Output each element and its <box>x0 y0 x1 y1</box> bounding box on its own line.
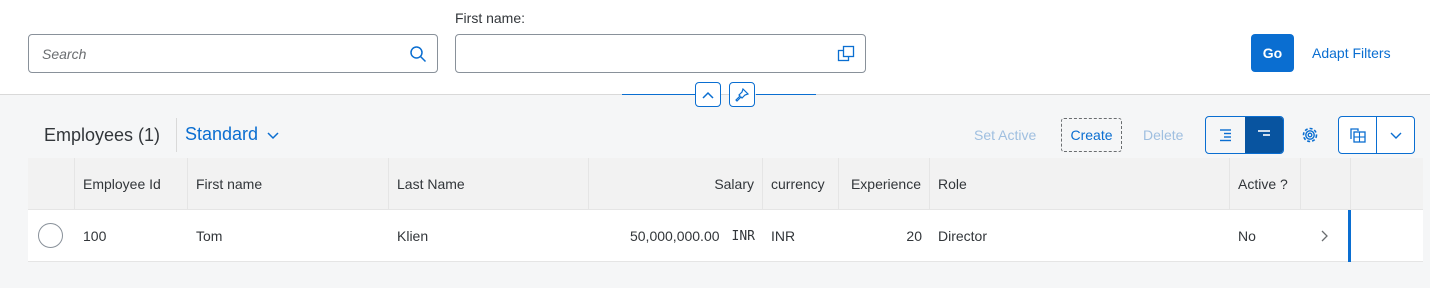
search-icon[interactable] <box>409 45 427 63</box>
table-header: Employee Id First name Last Name Salary … <box>28 158 1423 210</box>
column-header-last-name[interactable]: Last Name <box>389 158 589 210</box>
chevron-up-icon <box>702 91 714 99</box>
toolbar-separator <box>176 118 177 152</box>
collapse-divider-left <box>622 94 696 95</box>
row-navigation[interactable] <box>1312 210 1342 262</box>
export-button[interactable] <box>1339 117 1377 153</box>
cell-salary: 50,000,000.00 INR <box>589 210 763 262</box>
column-header-experience[interactable]: Experience <box>839 158 930 210</box>
pin-icon <box>735 87 749 102</box>
cell-experience: 20 <box>906 228 922 244</box>
column-header-first-name[interactable]: First name <box>188 158 389 210</box>
column-header-active[interactable]: Active ? <box>1230 158 1301 210</box>
go-button[interactable]: Go <box>1251 34 1294 72</box>
column-header-currency[interactable]: currency <box>763 158 839 210</box>
chevron-right-icon <box>1321 230 1328 242</box>
gear-icon[interactable] <box>1300 125 1320 145</box>
cell-employee-id: 100 <box>83 228 107 244</box>
table-row[interactable]: 100 Tom Klien 50,000,000.00 INR INR 20 D… <box>28 210 1423 262</box>
cell-last-name: Klien <box>397 228 429 244</box>
list-collapse-icon <box>1257 130 1270 136</box>
collapse-divider-right <box>756 94 816 95</box>
export-menu-button[interactable] <box>1338 116 1415 154</box>
filter-bar: Search First name: Go Adapt Filters <box>0 0 1430 95</box>
adapt-filters-link[interactable]: Adapt Filters <box>1312 45 1391 61</box>
row-select-radio[interactable] <box>38 223 63 248</box>
search-placeholder: Search <box>42 46 87 62</box>
variant-label: Standard <box>185 124 259 144</box>
create-button[interactable]: Create <box>1061 118 1122 152</box>
expand-rows-toggle[interactable] <box>1206 117 1245 153</box>
collapse-header-button[interactable] <box>695 82 721 107</box>
salary-unit: INR <box>731 228 755 244</box>
export-dropdown-button[interactable] <box>1377 117 1414 153</box>
column-header-role[interactable]: Role <box>930 158 1230 210</box>
select-column-header <box>28 158 75 210</box>
table-title: Employees (1) <box>44 125 161 145</box>
cell-currency: INR <box>771 228 796 244</box>
chevron-down-icon <box>267 131 279 139</box>
first-name-field[interactable] <box>455 34 866 73</box>
view-toggle <box>1205 116 1284 154</box>
delete-button[interactable]: Delete <box>1143 127 1183 143</box>
navigation-column-header <box>1301 158 1351 210</box>
column-header-salary[interactable]: Salary <box>589 158 763 210</box>
cell-first-name: Tom <box>196 228 223 244</box>
cell-role: Director <box>938 228 988 244</box>
search-input[interactable]: Search <box>28 34 438 73</box>
set-active-button[interactable]: Set Active <box>974 127 1036 143</box>
list-indent-icon <box>1220 129 1232 142</box>
salary-amount: 50,000,000.00 <box>629 228 720 244</box>
export-icon <box>1349 128 1366 143</box>
column-header-employee-id[interactable]: Employee Id <box>75 158 188 210</box>
value-help-icon[interactable] <box>837 45 855 63</box>
collapse-rows-toggle[interactable] <box>1244 117 1283 153</box>
row-navigated-indicator <box>1348 210 1351 262</box>
variant-selector[interactable]: Standard <box>185 124 280 145</box>
first-name-label: First name: <box>455 10 526 26</box>
cell-active: No <box>1238 228 1256 244</box>
pin-header-button[interactable] <box>729 82 755 107</box>
chevron-down-icon <box>1390 132 1401 139</box>
